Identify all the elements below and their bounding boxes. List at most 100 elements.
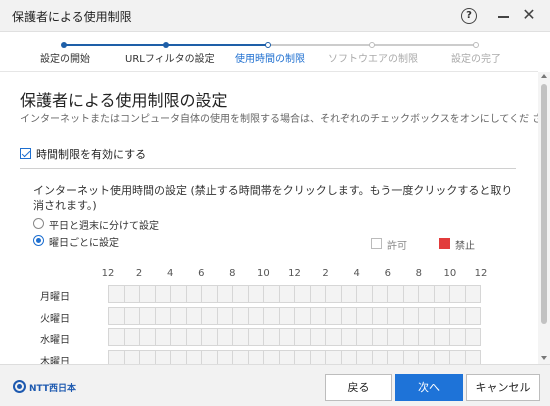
hour-cell[interactable]	[450, 329, 465, 345]
hour-cell[interactable]	[140, 350, 155, 364]
hour-cell[interactable]	[202, 350, 217, 364]
hour-cell[interactable]	[295, 307, 310, 324]
hour-cell[interactable]	[171, 329, 186, 345]
hour-cell[interactable]	[310, 307, 325, 324]
hour-cell[interactable]	[341, 307, 356, 324]
hour-cell[interactable]	[419, 350, 434, 364]
hour-cell[interactable]	[450, 286, 465, 302]
hour-cell[interactable]	[310, 329, 325, 345]
hour-cell[interactable]	[341, 329, 356, 345]
hour-cell[interactable]	[465, 350, 480, 364]
hour-cell[interactable]	[279, 307, 294, 324]
hour-cell[interactable]	[264, 307, 279, 324]
hour-cell[interactable]	[295, 350, 310, 364]
hour-cell[interactable]	[264, 286, 279, 302]
hour-cell[interactable]	[155, 307, 170, 324]
hour-cell[interactable]	[217, 286, 232, 302]
hour-cell[interactable]	[465, 307, 480, 324]
enable-time-limit-label[interactable]: 時間制限を有効にする	[36, 146, 146, 162]
hour-cell[interactable]	[326, 286, 341, 302]
hour-cell[interactable]	[403, 329, 418, 345]
hour-cell[interactable]	[264, 350, 279, 364]
hour-cell[interactable]	[403, 350, 418, 364]
hour-cell[interactable]	[248, 307, 263, 324]
hour-cell[interactable]	[434, 329, 449, 345]
hour-cell[interactable]	[248, 350, 263, 364]
vertical-scrollbar[interactable]	[538, 72, 550, 364]
hour-cell[interactable]	[124, 329, 139, 345]
hour-cell[interactable]	[419, 329, 434, 345]
hour-cell[interactable]	[341, 286, 356, 302]
minimize-icon[interactable]	[496, 6, 512, 24]
hour-cell[interactable]	[388, 286, 403, 302]
scroll-up-icon[interactable]	[541, 74, 547, 78]
hour-cell[interactable]	[155, 329, 170, 345]
hour-cell[interactable]	[326, 329, 341, 345]
hour-cell[interactable]	[326, 350, 341, 364]
cancel-button[interactable]: キャンセル	[466, 374, 540, 401]
radio-per-day[interactable]	[33, 235, 44, 246]
hour-cell[interactable]	[372, 329, 387, 345]
hour-cell[interactable]	[450, 307, 465, 324]
back-button[interactable]: 戻る	[325, 374, 392, 401]
hour-cell[interactable]	[109, 286, 124, 302]
hour-cell[interactable]	[388, 350, 403, 364]
hour-cell[interactable]	[233, 307, 248, 324]
enable-time-limit-checkbox[interactable]	[20, 148, 31, 159]
hour-cell[interactable]	[140, 286, 155, 302]
scroll-thumb[interactable]	[541, 84, 547, 324]
hour-cell[interactable]	[357, 286, 372, 302]
hour-cell[interactable]	[403, 286, 418, 302]
hour-cell[interactable]	[357, 329, 372, 345]
hour-cell[interactable]	[295, 286, 310, 302]
hour-cell[interactable]	[109, 350, 124, 364]
hour-cell[interactable]	[233, 329, 248, 345]
hour-cell[interactable]	[388, 307, 403, 324]
hour-cell[interactable]	[372, 307, 387, 324]
hour-cell[interactable]	[171, 286, 186, 302]
next-button[interactable]: 次へ	[395, 374, 463, 401]
hour-cell[interactable]	[124, 286, 139, 302]
hour-cell[interactable]	[217, 307, 232, 324]
hour-cell[interactable]	[450, 350, 465, 364]
hour-cell[interactable]	[155, 350, 170, 364]
hour-cell[interactable]	[217, 329, 232, 345]
hour-cell[interactable]	[140, 307, 155, 324]
hour-cell[interactable]	[357, 307, 372, 324]
hour-cell[interactable]	[434, 286, 449, 302]
radio-per-day-label[interactable]: 曜日ごとに設定	[49, 234, 119, 249]
hour-cell[interactable]	[109, 307, 124, 324]
hour-cell[interactable]	[186, 307, 201, 324]
hour-cell[interactable]	[202, 307, 217, 324]
hour-cell[interactable]	[279, 329, 294, 345]
close-icon[interactable]: ✕	[521, 7, 537, 23]
hour-cell[interactable]	[202, 286, 217, 302]
hour-cell[interactable]	[109, 329, 124, 345]
hour-cell[interactable]	[186, 329, 201, 345]
hour-cell[interactable]	[465, 286, 480, 302]
hour-cell[interactable]	[140, 329, 155, 345]
hour-cell[interactable]	[171, 307, 186, 324]
hour-cell[interactable]	[248, 329, 263, 345]
hour-cell[interactable]	[310, 286, 325, 302]
hour-cell[interactable]	[357, 350, 372, 364]
hour-cell[interactable]	[186, 350, 201, 364]
scroll-down-icon[interactable]	[541, 356, 547, 360]
hour-cell[interactable]	[171, 350, 186, 364]
hour-cell[interactable]	[403, 307, 418, 324]
radio-weekday-weekend-label[interactable]: 平日と週末に分けて設定	[49, 217, 159, 232]
hour-cell[interactable]	[186, 286, 201, 302]
hour-cell[interactable]	[202, 329, 217, 345]
hour-cell[interactable]	[124, 350, 139, 364]
hour-cell[interactable]	[217, 350, 232, 364]
hour-cell[interactable]	[124, 307, 139, 324]
hour-cell[interactable]	[341, 350, 356, 364]
hour-cell[interactable]	[155, 286, 170, 302]
hour-cell[interactable]	[279, 286, 294, 302]
hour-cell[interactable]	[434, 350, 449, 364]
hour-cell[interactable]	[388, 329, 403, 345]
hour-cell[interactable]	[279, 350, 294, 364]
hour-cell[interactable]	[372, 350, 387, 364]
hour-cell[interactable]	[295, 329, 310, 345]
hour-cell[interactable]	[310, 350, 325, 364]
